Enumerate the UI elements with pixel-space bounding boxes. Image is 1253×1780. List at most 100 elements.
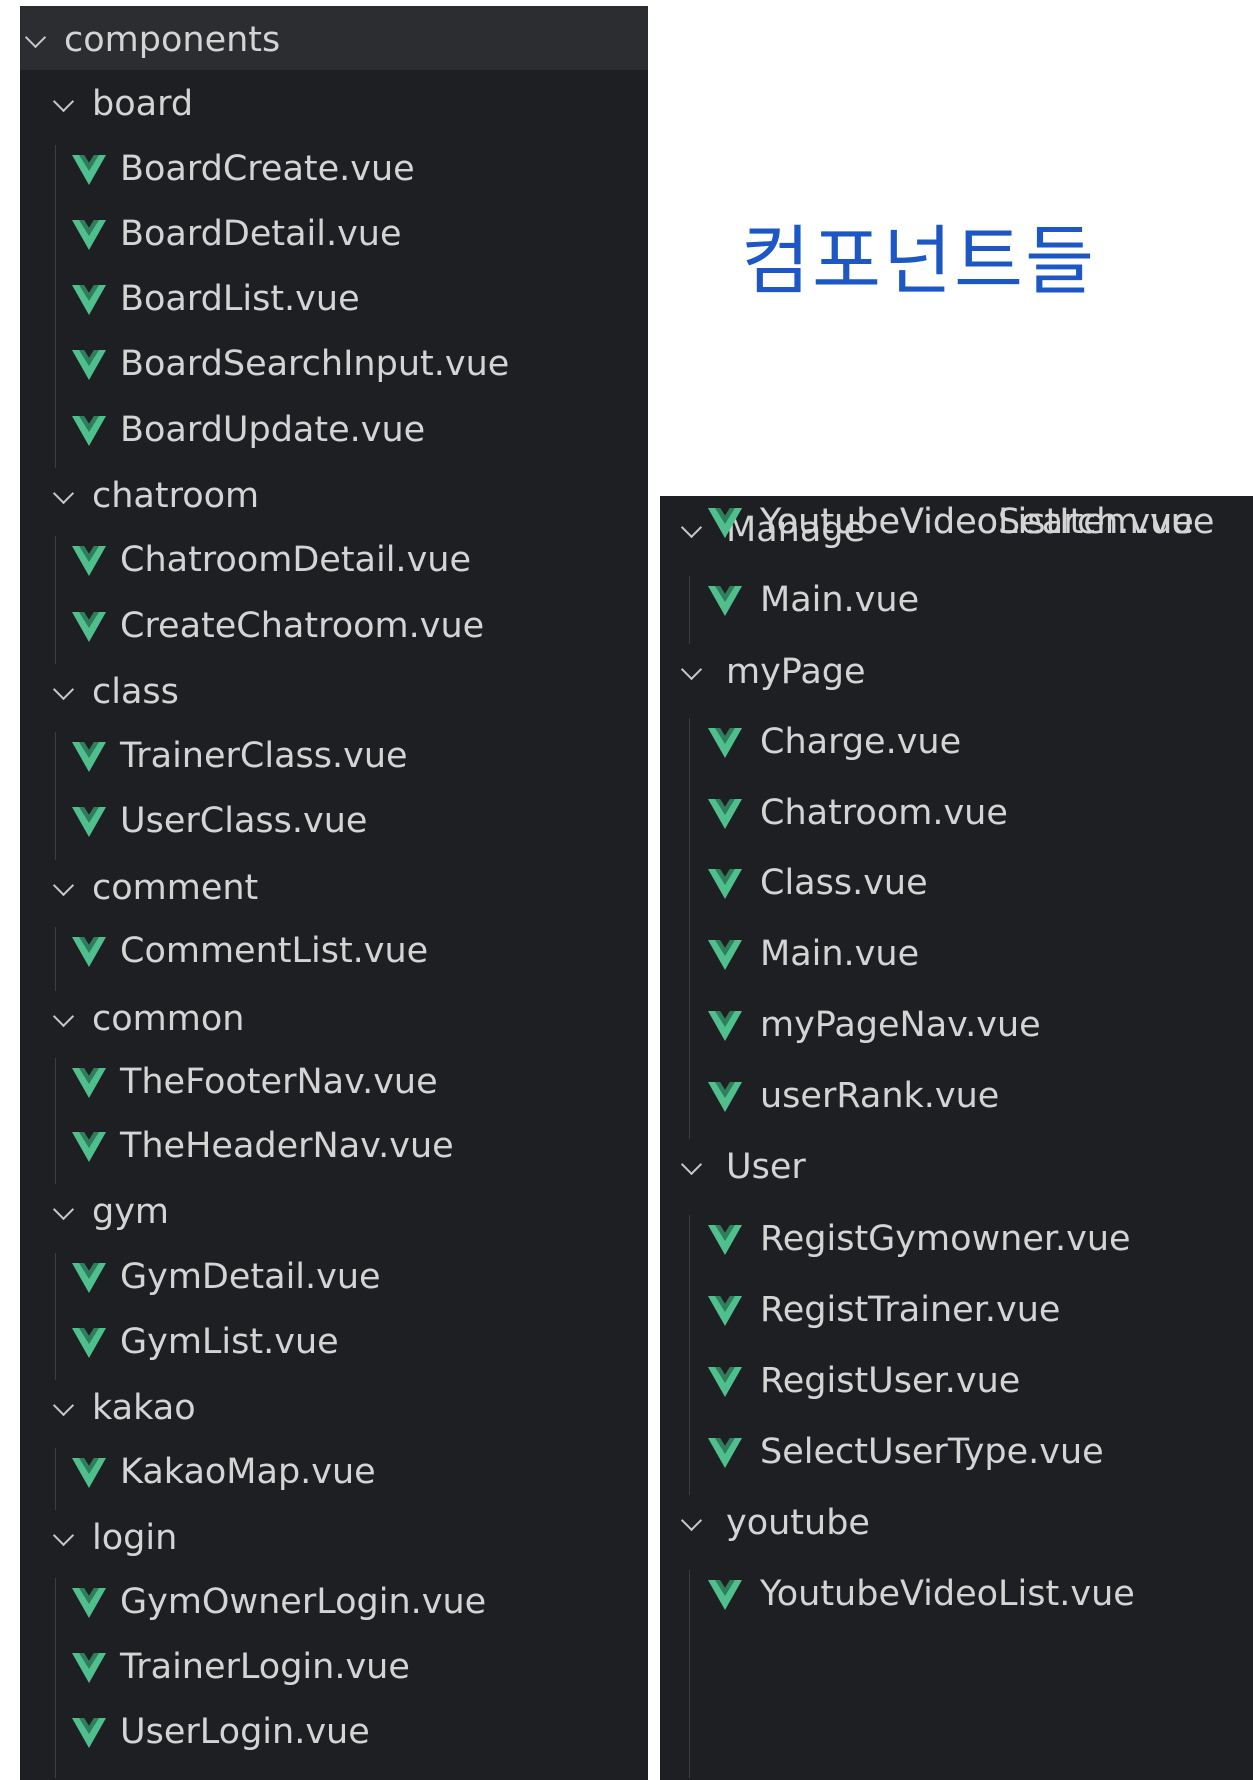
file-row[interactable]: Class.vue: [660, 857, 1253, 913]
file-row[interactable]: Main.vue: [660, 928, 1253, 984]
vue-file-icon: [708, 940, 742, 970]
file-row[interactable]: TrainerClass.vue: [20, 730, 648, 786]
vue-file-icon: [72, 807, 106, 837]
file-row[interactable]: UserLogin.vue: [20, 1706, 648, 1762]
file-label: SelectUserType.vue: [760, 1432, 1104, 1472]
folder-row[interactable]: board: [20, 78, 648, 134]
file-label: myPageNav.vue: [760, 1005, 1041, 1045]
file-row[interactable]: RegistTrainer.vue: [660, 1284, 1253, 1340]
chevron-down-icon[interactable]: [52, 482, 75, 505]
file-row[interactable]: CommentList.vue: [20, 925, 648, 981]
file-row[interactable]: CreateChatroom.vue: [20, 600, 648, 656]
file-label: UserLogin.vue: [120, 1712, 370, 1752]
file-label: BoardUpdate.vue: [120, 410, 426, 450]
vue-file-icon: [708, 1011, 742, 1041]
file-row[interactable]: SelectUserType.vue: [660, 1426, 1253, 1482]
chevron-down-icon[interactable]: [52, 1524, 75, 1547]
file-row[interactable]: TheHeaderNav.vue: [20, 1120, 648, 1176]
chevron-down-icon[interactable]: [52, 1394, 75, 1417]
vue-file-icon: [72, 1263, 106, 1293]
vue-file-icon: [708, 1082, 742, 1112]
file-label: GymDetail.vue: [120, 1257, 381, 1297]
folder-row[interactable]: components: [20, 14, 648, 70]
vue-file-icon: [708, 1225, 742, 1255]
vue-file-icon: [72, 612, 106, 642]
vue-file-icon: [708, 586, 742, 616]
folder-row[interactable]: chatroom: [20, 470, 648, 526]
folder-row[interactable]: User: [660, 1141, 1253, 1197]
chevron-down-icon[interactable]: [24, 26, 47, 49]
file-row[interactable]: BoardDetail.vue: [20, 208, 648, 264]
chevron-down-icon[interactable]: [680, 1509, 703, 1532]
folder-row[interactable]: class: [20, 666, 648, 722]
file-row[interactable]: TheFooterNav.vue: [20, 1056, 648, 1112]
indent-guide: [55, 732, 56, 860]
chevron-down-icon[interactable]: [52, 678, 75, 701]
chevron-down-icon[interactable]: [680, 658, 703, 681]
vue-file-icon: [708, 869, 742, 899]
folder-row[interactable]: login: [20, 1512, 648, 1568]
file-row[interactable]: TrainerLogin.vue: [20, 1641, 648, 1697]
file-row[interactable]: BoardList.vue: [20, 273, 648, 329]
file-label: Charge.vue: [760, 722, 962, 762]
file-label: Main.vue: [760, 934, 920, 974]
file-label: Chatroom.vue: [760, 793, 1008, 833]
vue-file-icon: [708, 1580, 742, 1610]
folder-row[interactable]: kakao: [20, 1382, 648, 1438]
vue-file-icon: [708, 1296, 742, 1326]
file-row[interactable]: BoardUpdate.vue: [20, 404, 648, 460]
folder-row[interactable]: gym: [20, 1186, 648, 1242]
file-row[interactable]: ChatroomDetail.vue: [20, 534, 648, 590]
folder-label: components: [64, 20, 281, 60]
file-row[interactable]: Main.vue: [660, 574, 1253, 630]
file-row[interactable]: KakaoMap.vue: [20, 1446, 648, 1502]
file-label: TheFooterNav.vue: [120, 1062, 438, 1102]
vue-file-icon: [708, 799, 742, 829]
file-row[interactable]: GymDetail.vue: [20, 1251, 648, 1307]
file-row[interactable]: BoardSearchInput.vue: [20, 338, 648, 394]
vue-file-icon: [72, 937, 106, 967]
indent-guide: [55, 1448, 56, 1510]
explorer-panel-right: Manage Main.vue myPage Charge.vue Chatroom.v…: [660, 496, 1253, 1780]
folder-label: class: [92, 672, 179, 712]
folder-row[interactable]: comment: [20, 862, 648, 918]
file-label: TrainerLogin.vue: [120, 1647, 410, 1687]
file-row[interactable]: GymList.vue: [20, 1316, 648, 1372]
folder-label: login: [92, 1518, 178, 1558]
folder-label: board: [92, 84, 194, 124]
chevron-down-icon[interactable]: [52, 90, 75, 113]
file-row[interactable]: RegistUser.vue: [660, 1355, 1253, 1411]
file-row[interactable]: YoutubeVideoList.vue: [660, 1568, 1253, 1624]
file-row[interactable]: Charge.vue: [660, 716, 1253, 772]
file-label: CreateChatroom.vue: [120, 606, 485, 646]
file-row[interactable]: BoardCreate.vue: [20, 143, 648, 199]
file-label: userRank.vue: [760, 1076, 1000, 1116]
vue-file-icon: [708, 1367, 742, 1397]
vue-file-icon: [72, 1458, 106, 1488]
file-label: GymOwnerLogin.vue: [120, 1582, 487, 1622]
file-row[interactable]: UserClass.vue: [20, 795, 648, 851]
folder-row[interactable]: youtube: [660, 1497, 1253, 1553]
file-row[interactable]: RegistGymowner.vue: [660, 1213, 1253, 1269]
file-row[interactable]: Chatroom.vue: [660, 787, 1253, 843]
chevron-down-icon[interactable]: [680, 1153, 703, 1176]
folder-row[interactable]: myPage: [660, 646, 1253, 702]
file-row[interactable]: YoutubeVideoSearch.vue: [660, 496, 1253, 552]
caption-text: 컴포넌트들: [741, 217, 1097, 305]
indent-guide: [689, 718, 690, 1139]
file-label: GymList.vue: [120, 1322, 339, 1362]
file-row[interactable]: userRank.vue: [660, 1070, 1253, 1126]
folder-row[interactable]: common: [20, 993, 648, 1049]
chevron-down-icon[interactable]: [52, 1198, 75, 1221]
chevron-down-icon[interactable]: [52, 874, 75, 897]
file-label: BoardSearchInput.vue: [120, 344, 510, 384]
folder-label: common: [92, 999, 245, 1039]
chevron-down-icon[interactable]: [52, 1005, 75, 1028]
vue-file-icon: [72, 155, 106, 185]
file-label: TheHeaderNav.vue: [120, 1126, 454, 1166]
explorer-panel-left: components board BoardCreate.vue BoardDetai…: [20, 6, 648, 1780]
file-row[interactable]: myPageNav.vue: [660, 999, 1253, 1055]
file-label: RegistTrainer.vue: [760, 1290, 1061, 1330]
folder-label: comment: [92, 868, 259, 908]
file-row[interactable]: GymOwnerLogin.vue: [20, 1576, 648, 1632]
